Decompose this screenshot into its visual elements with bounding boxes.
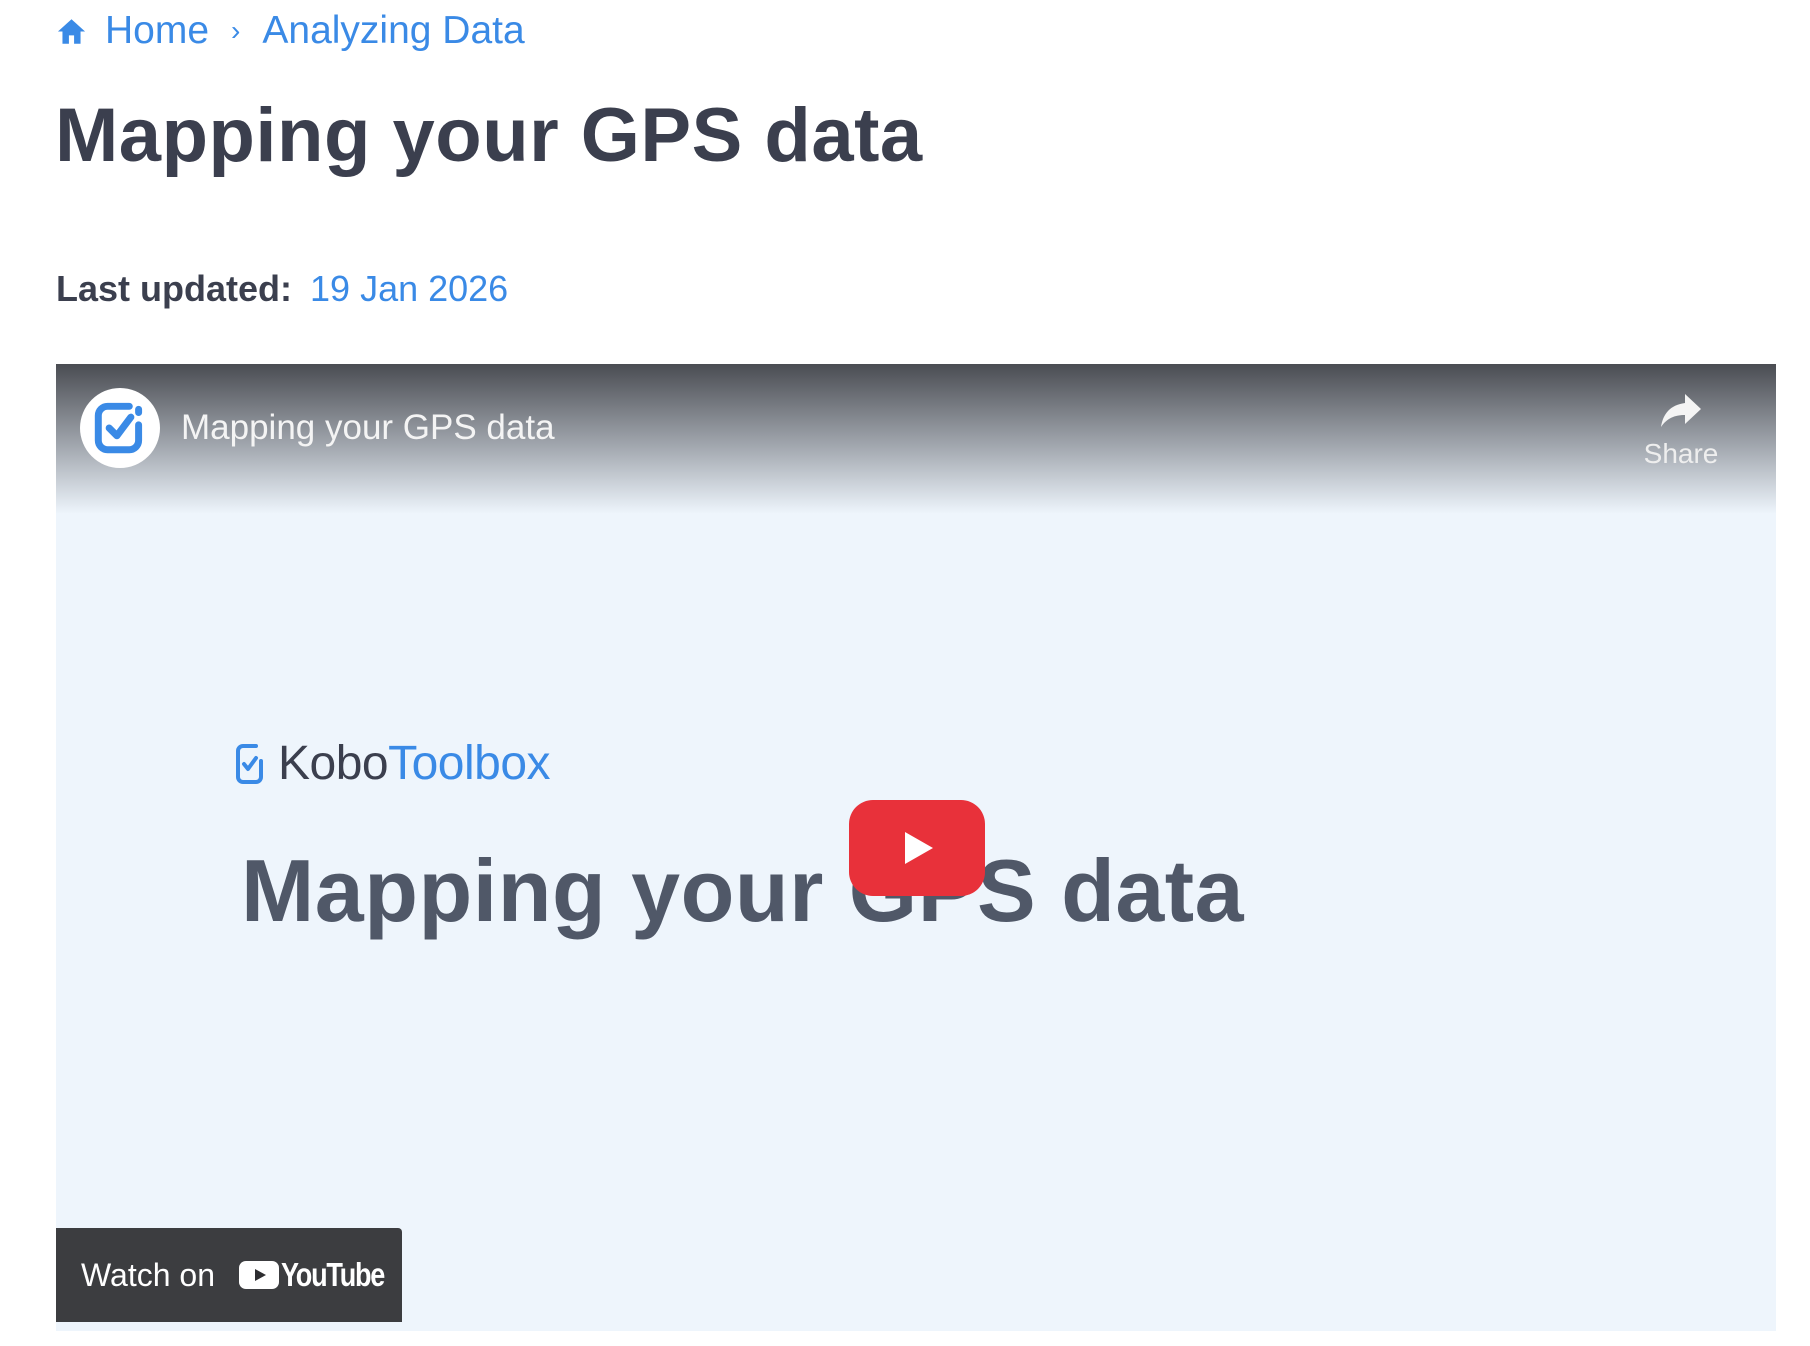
- share-button[interactable]: Share: [1634, 390, 1728, 470]
- play-button[interactable]: [849, 800, 985, 896]
- watch-on-youtube-button[interactable]: Watch on YouTube: [56, 1228, 402, 1322]
- brand-kobo: Kobo: [278, 737, 389, 790]
- channel-avatar[interactable]: [80, 388, 160, 468]
- kobotoolbox-logo-icon: [94, 402, 143, 454]
- last-updated: Last updated: 19 Jan 2026: [56, 268, 508, 310]
- breadcrumb-analyzing-data-link[interactable]: Analyzing Data: [262, 9, 524, 53]
- youtube-wordmark: YouTube: [280, 1256, 385, 1293]
- home-icon[interactable]: [56, 16, 87, 47]
- thumbnail-title: Mapping your GPS data: [241, 841, 1245, 940]
- video-embed[interactable]: Mapping your GPS data Share KoboToolbox …: [56, 364, 1776, 1331]
- breadcrumb-home-link[interactable]: Home: [105, 9, 209, 53]
- breadcrumb: Home › Analyzing Data: [56, 6, 525, 56]
- share-label: Share: [1643, 438, 1719, 469]
- kobotoolbox-mark-icon: [236, 743, 263, 784]
- youtube-play-icon: [238, 1261, 279, 1289]
- watch-on-label: Watch on: [81, 1256, 215, 1293]
- kobotoolbox-brand: KoboToolbox: [234, 736, 551, 791]
- play-icon: [905, 832, 933, 864]
- video-title[interactable]: Mapping your GPS data: [181, 408, 555, 448]
- breadcrumb-separator: ›: [231, 15, 241, 46]
- youtube-logo-icon: YouTube: [238, 1256, 407, 1294]
- brand-toolbox: Toolbox: [388, 737, 551, 790]
- page-title: Mapping your GPS data: [55, 93, 923, 178]
- last-updated-label: Last updated:: [56, 268, 293, 309]
- share-icon: [1661, 394, 1701, 427]
- last-updated-date: 19 Jan 2026: [310, 268, 509, 309]
